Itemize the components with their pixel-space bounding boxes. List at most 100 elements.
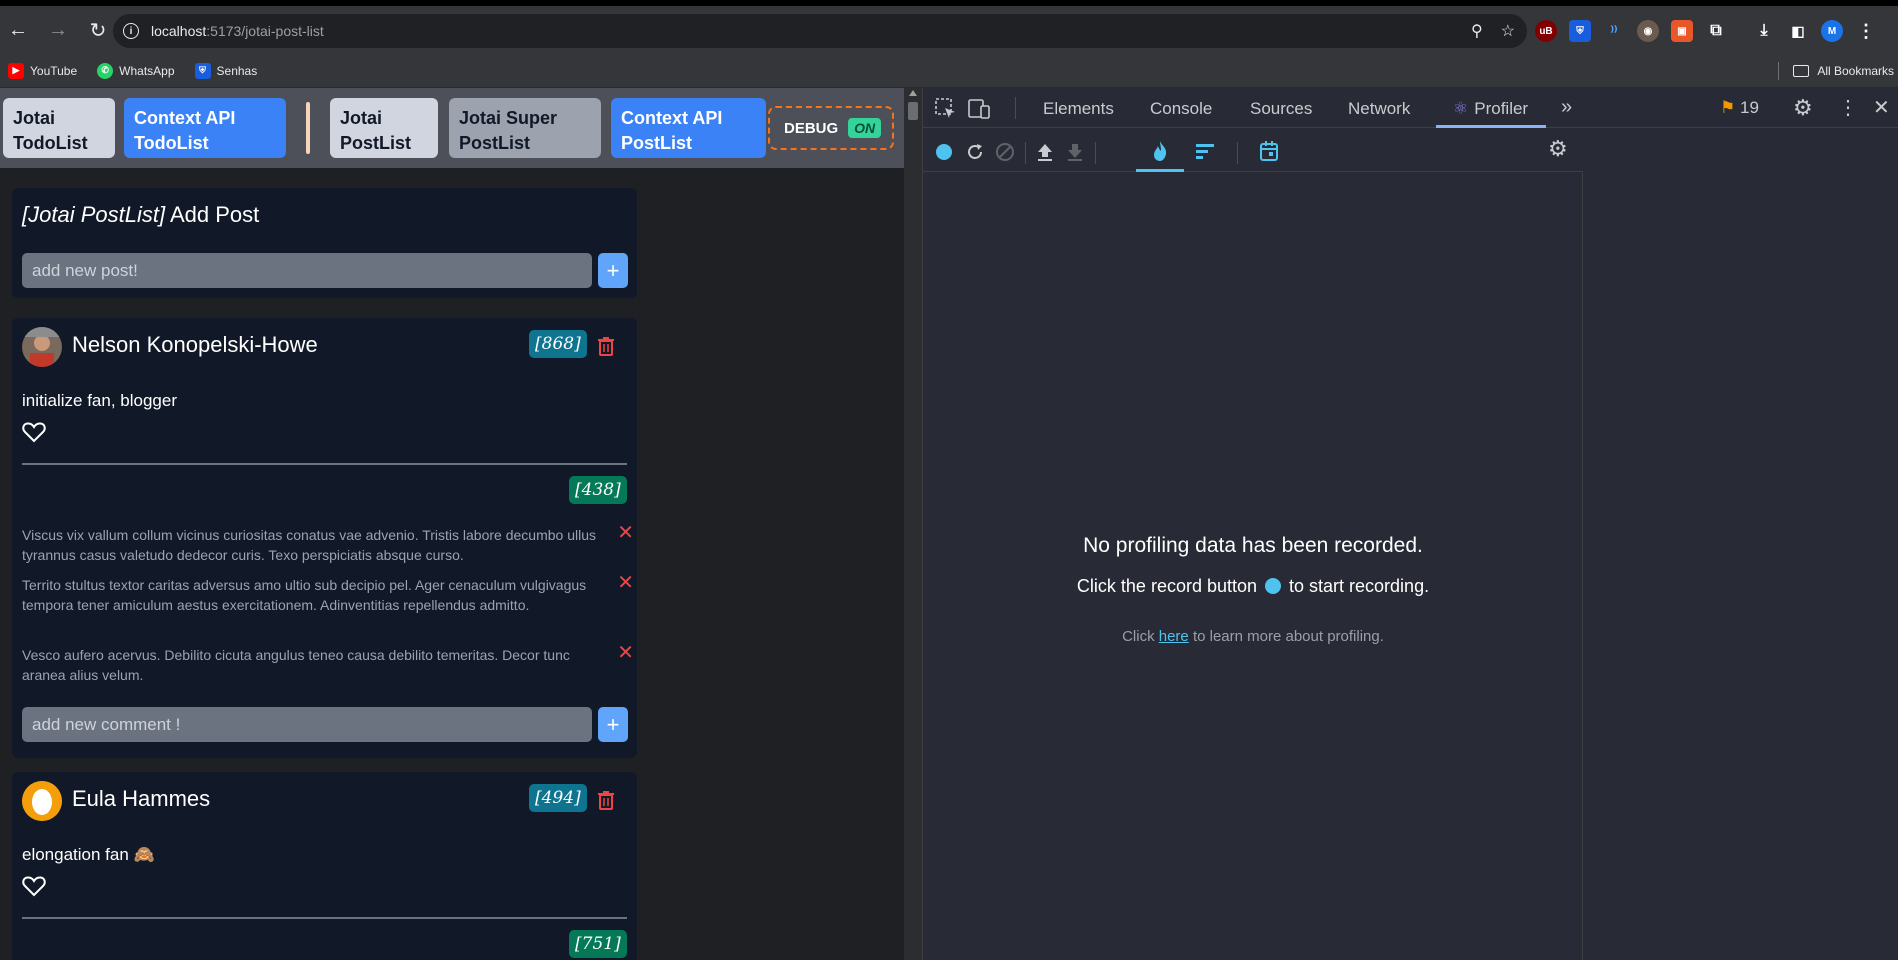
issues-count: 19 xyxy=(1739,98,1759,117)
add-post-card: [Jotai PostList] Add Post + xyxy=(12,188,637,298)
bitwarden-extension-icon[interactable]: ⛨ xyxy=(1569,20,1591,42)
post-text: initialize fan, blogger xyxy=(22,391,177,410)
debug-label: DEBUG xyxy=(784,119,839,137)
add-comment-button[interactable]: + xyxy=(598,707,628,742)
profiler-toolbar: ⚙ xyxy=(923,128,1583,172)
timeline-calendar-icon[interactable] xyxy=(1259,140,1279,162)
avatar xyxy=(22,781,62,821)
tab-network[interactable]: Network xyxy=(1348,99,1410,119)
nav-context-postlist[interactable]: Context API PostList xyxy=(611,98,766,158)
flamegraph-icon[interactable] xyxy=(1151,140,1169,162)
nav-jotai-super-postlist[interactable]: Jotai Super PostList xyxy=(449,98,601,158)
spy-extension-icon[interactable]: ◉ xyxy=(1637,20,1659,42)
bookmark-whatsapp[interactable]: ✆ WhatsApp xyxy=(97,62,175,79)
devtools-menu-icon[interactable]: ⋮ xyxy=(1838,95,1858,120)
add-post-button[interactable]: + xyxy=(598,253,628,288)
sidepanel-icon[interactable]: ◧ xyxy=(1787,20,1809,42)
new-comment-input[interactable] xyxy=(22,707,592,742)
zoom-icon[interactable]: ⚲ xyxy=(1471,21,1483,41)
devtools-panel: Elements Console Sources Network ⚛ Profil… xyxy=(922,88,1898,960)
youtube-icon: ▶ xyxy=(8,62,24,79)
post-card: Nelson Konopelski-Howe [868] initialize … xyxy=(12,318,637,758)
comment-item: Viscus vix vallum collum vicinus curiosi… xyxy=(22,523,634,565)
inspect-element-icon[interactable] xyxy=(935,98,957,120)
reload-icon[interactable]: ↻ xyxy=(84,16,112,44)
tab-console[interactable]: Console xyxy=(1150,99,1212,119)
tab-profiler-label: Profiler xyxy=(1474,99,1529,118)
empty-sub-text: Click the record button xyxy=(1076,576,1258,596)
device-toolbar-icon[interactable] xyxy=(967,98,991,120)
bookmark-senhas[interactable]: ⛨ Senhas xyxy=(194,62,258,79)
nav-jotai-postlist[interactable]: Jotai PostList xyxy=(330,98,438,158)
site-info-icon[interactable]: i xyxy=(123,23,139,39)
empty-state-title: No profiling data has been recorded. xyxy=(1083,534,1423,557)
settings-gear-icon[interactable]: ⚙ xyxy=(1793,95,1813,121)
ranked-chart-icon[interactable] xyxy=(1195,142,1217,160)
delete-comment-icon[interactable]: ✕ xyxy=(617,573,634,593)
new-post-input[interactable] xyxy=(22,253,592,288)
learn-more-link[interactable]: here xyxy=(1159,628,1189,645)
cast-extension-icon[interactable]: ⁾⁾ xyxy=(1603,20,1625,42)
comments-count-badge: [751] xyxy=(569,930,627,958)
tab-sources[interactable]: Sources xyxy=(1250,99,1312,119)
bookmarks-bar: ▶ YouTube ✆ WhatsApp ⛨ Senhas All Bookmarks xyxy=(0,54,1898,88)
react-icon: ⚛ xyxy=(1453,99,1469,118)
extensions-puzzle-icon[interactable]: ⧉ xyxy=(1705,20,1727,42)
load-profile-icon[interactable] xyxy=(1035,142,1055,162)
app-navbar: Jotai TodoList Context API TodoList Jota… xyxy=(0,88,904,168)
app-viewport: Jotai TodoList Context API TodoList Jota… xyxy=(0,88,904,960)
back-icon[interactable]: ← xyxy=(4,16,32,44)
comment-text: Territo stultus textor caritas adversus … xyxy=(22,577,587,613)
reload-and-profile-icon[interactable] xyxy=(965,142,985,162)
add-post-title-text: Add Post xyxy=(165,202,260,227)
more-tabs-icon[interactable]: » xyxy=(1561,96,1572,119)
download-icon[interactable]: ⤓ xyxy=(1753,20,1775,42)
delete-comment-icon[interactable]: ✕ xyxy=(617,523,634,543)
issues-flag-icon: ⚑ xyxy=(1720,98,1736,117)
empty-state-help: Click here to learn more about profiling… xyxy=(923,628,1583,645)
trash-icon[interactable] xyxy=(597,336,615,356)
nav-jotai-todolist[interactable]: Jotai TodoList xyxy=(3,98,115,158)
monkey-emoji: 🙈 xyxy=(133,845,155,864)
issues-counter[interactable]: ⚑ 19 xyxy=(1720,98,1759,118)
debug-toggle[interactable]: DEBUG ON xyxy=(768,106,894,150)
ublock-extension-icon[interactable]: uB xyxy=(1535,20,1557,42)
record-icon[interactable] xyxy=(935,143,953,161)
comments-count-badge: [438] xyxy=(569,476,627,504)
tab-profiler[interactable]: ⚛ Profiler xyxy=(1453,99,1528,119)
empty-state-subtitle: Click the record button to start recordin… xyxy=(923,576,1583,597)
page-scrollbar[interactable] xyxy=(904,88,922,960)
clear-profile-icon[interactable] xyxy=(995,142,1015,162)
forward-icon[interactable]: → xyxy=(44,16,72,44)
chrome-menu-icon[interactable]: ⋮ xyxy=(1855,20,1877,42)
address-bar[interactable]: i localhost:5173/jotai-post-list ⚲ ☆ xyxy=(113,14,1527,48)
profile-avatar[interactable]: M xyxy=(1821,20,1843,42)
heart-icon[interactable] xyxy=(22,875,46,897)
bookmark-star-icon[interactable]: ☆ xyxy=(1501,21,1515,41)
shield-icon: ⛨ xyxy=(194,62,211,79)
post-id-badge: [868] xyxy=(529,330,587,358)
close-devtools-icon[interactable]: ✕ xyxy=(1873,95,1890,120)
bookmark-label: Senhas xyxy=(216,63,258,78)
avatar xyxy=(22,327,62,367)
heart-icon[interactable] xyxy=(22,421,46,443)
all-bookmarks[interactable]: All Bookmarks xyxy=(1778,62,1894,80)
profiler-settings-icon[interactable]: ⚙ xyxy=(1548,136,1568,162)
browser-toolbar: ← → ↻ i localhost:5173/jotai-post-list ⚲… xyxy=(0,6,1898,54)
post-text-content: elongation fan xyxy=(22,845,129,864)
url-text[interactable]: localhost:5173/jotai-post-list xyxy=(151,23,324,39)
red-extension-icon[interactable]: ▣ xyxy=(1671,20,1693,42)
help-text-after: to learn more about profiling. xyxy=(1188,628,1384,645)
trash-icon[interactable] xyxy=(597,790,615,810)
post-text: elongation fan 🙈 xyxy=(22,845,155,865)
post-author: Eula Hammes xyxy=(72,786,211,811)
comment-text: Vesco aufero acervus. Debilito cicuta an… xyxy=(22,647,570,683)
tab-elements[interactable]: Elements xyxy=(1043,99,1114,119)
bookmark-label: YouTube xyxy=(30,63,78,78)
bookmark-youtube[interactable]: ▶ YouTube xyxy=(8,62,78,79)
save-profile-icon[interactable] xyxy=(1065,142,1085,162)
delete-comment-icon[interactable]: ✕ xyxy=(617,643,634,663)
comment-item: Territo stultus textor caritas adversus … xyxy=(22,573,634,615)
bookmark-label: WhatsApp xyxy=(119,63,175,78)
nav-context-todolist[interactable]: Context API TodoList xyxy=(124,98,286,158)
